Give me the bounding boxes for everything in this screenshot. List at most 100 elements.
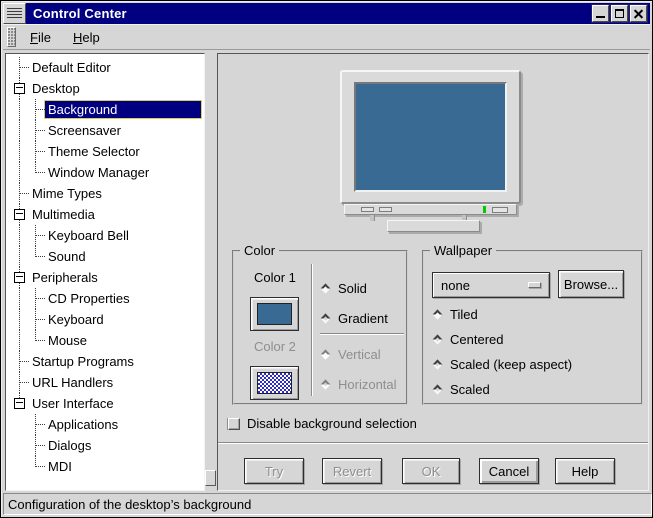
tree-item-label: Window Manager <box>44 163 202 182</box>
radio-label: Vertical <box>338 347 381 362</box>
tree-collapse-icon[interactable] <box>14 272 25 283</box>
tree-connector-line <box>19 162 20 183</box>
tree-item-mime-types[interactable]: Mime Types <box>6 183 204 204</box>
tree-connector-line <box>20 193 29 194</box>
tree-item-keyboard-bell[interactable]: Keyboard Bell <box>6 225 204 246</box>
tree-item-label: Startup Programs <box>28 352 202 371</box>
tree-item-user-interface[interactable]: User Interface <box>6 393 204 414</box>
color-frame: Color Color 1 Color 2 SolidGradientVerti… <box>232 250 408 405</box>
tree-item-url-handlers[interactable]: URL Handlers <box>6 372 204 393</box>
statusbar-text: Configuration of the desktop’s backgroun… <box>8 497 251 512</box>
monitor-preview <box>340 70 521 204</box>
radio-label: Gradient <box>338 311 388 326</box>
menubar: File Help <box>3 24 650 50</box>
tree-connector-line <box>36 235 45 236</box>
radio-centered[interactable]: Centered <box>432 331 572 347</box>
wallpaper-frame: Wallpaper none Browse... TiledCenteredSc… <box>422 250 643 405</box>
pane-divider[interactable] <box>205 53 217 491</box>
tree-item-peripherals[interactable]: Peripherals <box>6 267 204 288</box>
tree-item-label: Keyboard Bell <box>44 226 202 245</box>
menubar-gripper[interactable] <box>7 27 16 47</box>
tree-item-default-editor[interactable]: Default Editor <box>6 57 204 78</box>
monitor-front-panel <box>344 204 517 215</box>
radio-diamond-icon <box>433 309 443 319</box>
tree-collapse-icon[interactable] <box>14 398 25 409</box>
tree-item-label: Sound <box>44 247 202 266</box>
tree-connector-line <box>36 298 45 299</box>
radio-diamond-icon <box>433 334 443 344</box>
checkbox-icon[interactable] <box>228 418 240 430</box>
action-area-separator <box>218 442 648 444</box>
browse-button[interactable]: Browse... <box>558 270 624 298</box>
tree-item-theme-selector[interactable]: Theme Selector <box>6 141 204 162</box>
radio-horizontal: Horizontal <box>320 376 397 392</box>
tree-connector-line <box>36 319 45 320</box>
color1-swatch <box>257 303 292 325</box>
tree-connector-line <box>20 361 29 362</box>
tree-connector-line <box>36 424 45 425</box>
tree-item-dialogs[interactable]: Dialogs <box>6 435 204 456</box>
monitor-leg <box>370 215 375 221</box>
wallpaper-dropdown-value: none <box>441 278 470 293</box>
ok-button: OK <box>402 458 460 484</box>
radio-scaled-keep-aspect[interactable]: Scaled (keep aspect) <box>432 356 572 372</box>
radio-diamond-icon <box>321 349 331 359</box>
monitor-power-led <box>483 206 486 213</box>
radio-label: Horizontal <box>338 377 397 392</box>
tree-item-label: Mouse <box>44 331 202 350</box>
wallpaper-file-dropdown[interactable]: none <box>432 272 550 298</box>
pane-resize-grip[interactable] <box>205 470 216 486</box>
tree-item-label: Applications <box>44 415 202 434</box>
tree-item-desktop[interactable]: Desktop <box>6 78 204 99</box>
vertical-separator <box>311 264 313 396</box>
menu-file[interactable]: File <box>22 27 59 48</box>
tree-item-label: Dialogs <box>44 436 202 455</box>
tree-connector-line <box>36 445 45 446</box>
try-button: Try <box>244 458 304 484</box>
menu-help[interactable]: Help <box>65 27 108 48</box>
cancel-button[interactable]: Cancel <box>479 458 539 484</box>
tree-connector-line <box>36 151 45 152</box>
disable-background-row[interactable]: Disable background selection <box>228 416 417 431</box>
tree-item-sound[interactable]: Sound <box>6 246 204 267</box>
stripes-icon <box>7 8 22 19</box>
tree-connector-line <box>20 67 29 68</box>
color1-picker-button[interactable] <box>250 297 299 331</box>
tree-collapse-icon[interactable] <box>14 83 25 94</box>
radio-gradient[interactable]: Gradient <box>320 310 397 326</box>
control-center-window: Control Center File Help Default EditorD… <box>0 0 653 518</box>
tree-connector-line <box>19 288 20 309</box>
radio-tiled[interactable]: Tiled <box>432 306 572 322</box>
tree-item-multimedia[interactable]: Multimedia <box>6 204 204 225</box>
titlebar[interactable]: Control Center <box>3 3 650 24</box>
minimize-button[interactable] <box>592 5 609 22</box>
tree-item-label: URL Handlers <box>28 373 202 392</box>
tree-collapse-icon[interactable] <box>14 209 25 220</box>
color2-swatch <box>257 372 292 394</box>
tree-item-applications[interactable]: Applications <box>6 414 204 435</box>
horizontal-separator <box>320 333 404 335</box>
radio-diamond-icon <box>321 313 331 323</box>
close-button[interactable] <box>630 5 647 22</box>
maximize-button[interactable] <box>611 5 628 22</box>
monitor-button-icon <box>379 207 392 212</box>
tree-item-keyboard[interactable]: Keyboard <box>6 309 204 330</box>
tree-item-mdi[interactable]: MDI <box>6 456 204 477</box>
tree-item-label: Screensaver <box>44 121 202 140</box>
tree-item-mouse[interactable]: Mouse <box>6 330 204 351</box>
tree-item-label: Multimedia <box>28 205 202 224</box>
window-title: Control Center <box>33 6 590 21</box>
help-button[interactable]: Help <box>555 458 615 484</box>
radio-diamond-icon <box>321 379 331 389</box>
tree-item-window-manager[interactable]: Window Manager <box>6 162 204 183</box>
tree-item-startup-programs[interactable]: Startup Programs <box>6 351 204 372</box>
category-tree[interactable]: Default EditorDesktopBackgroundScreensav… <box>5 53 205 491</box>
tree-item-background[interactable]: Background <box>6 99 204 120</box>
tree-item-cd-properties[interactable]: CD Properties <box>6 288 204 309</box>
tree-item-screensaver[interactable]: Screensaver <box>6 120 204 141</box>
tree-connector-line <box>36 109 45 110</box>
radio-scaled[interactable]: Scaled <box>432 381 572 397</box>
window-menu-icon[interactable] <box>3 3 26 24</box>
radio-solid[interactable]: Solid <box>320 280 397 296</box>
statusbar: Configuration of the desktop’s backgroun… <box>3 493 652 515</box>
